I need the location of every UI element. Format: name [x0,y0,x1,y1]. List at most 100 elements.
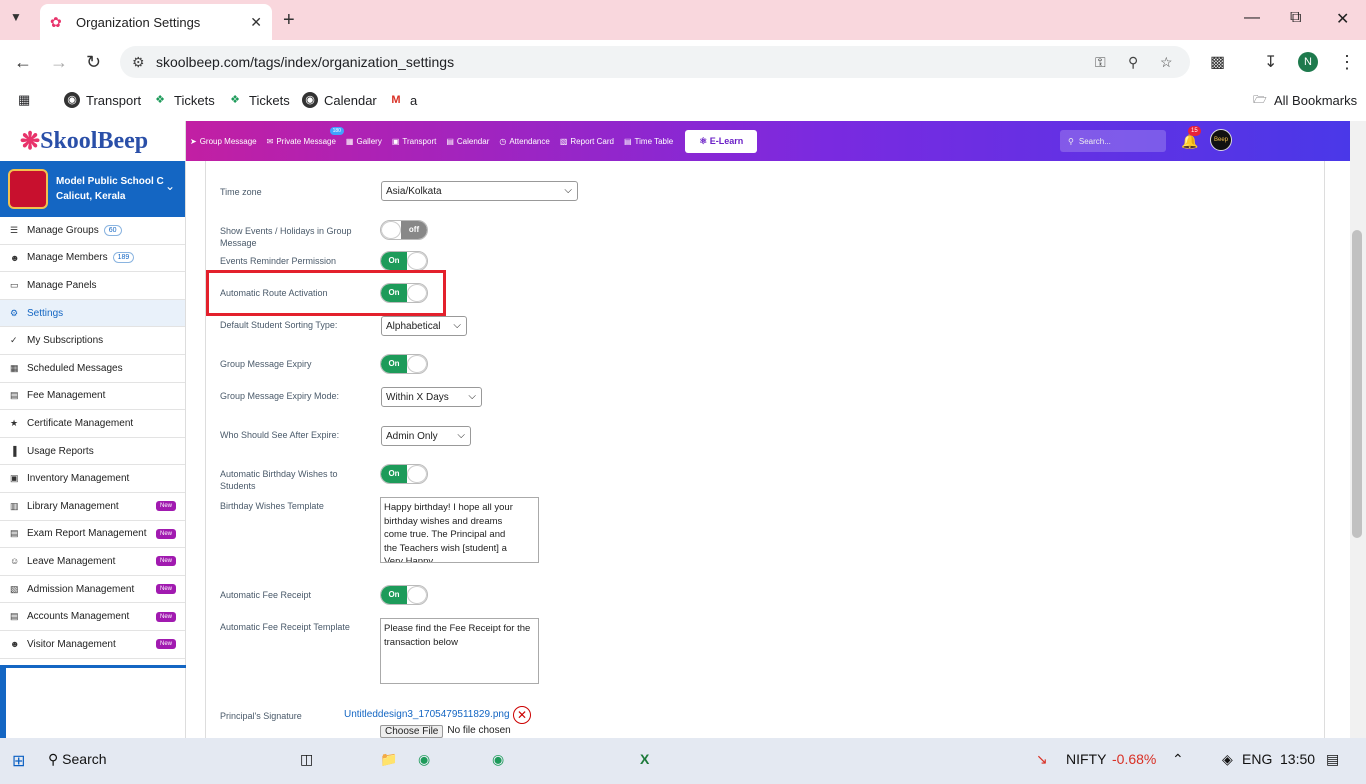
bookmark-transport[interactable]: ◉ Transport [64,92,141,108]
close-window-icon[interactable]: ✕ [1336,9,1349,29]
site-info-icon[interactable]: ⚙ [132,54,145,71]
choose-file-button[interactable]: Choose File [380,725,444,738]
tray-chevron-icon[interactable]: ⌃ [1172,751,1184,768]
scrollbar-thumb[interactable] [1352,230,1362,538]
taskbar-search-text: Search [62,751,107,767]
tab-search-icon[interactable]: ▼ [10,10,22,24]
folder-icon: 🗁 [1253,94,1267,106]
all-bookmarks[interactable]: 🗁 All Bookmarks [1252,92,1357,108]
nav-calendar[interactable]: ▤ Calendar [446,137,489,146]
sidebar-item-inventory-management[interactable]: ▣ Inventory Management [0,465,185,493]
top-search-input[interactable]: ⚲ Search... [1060,130,1166,152]
signature-file-link[interactable]: Untitleddesign3_1705479511829.png [344,709,510,720]
who-see-label: Who Should See After Expire: [220,430,340,440]
sorting-select[interactable]: Alphabetical ⌵ [381,316,467,336]
sidebar-item-my-subscriptions[interactable]: ✓ My Subscriptions [0,327,185,355]
reload-icon[interactable]: ↻ [86,52,101,73]
wifi-icon[interactable]: ◈ [1222,751,1233,768]
chevron-down-icon[interactable]: ⌄ [165,179,175,193]
nav-gallery[interactable]: ▦ Gallery [346,137,382,146]
sidebar-item-settings[interactable]: ⚙ Settings [0,299,185,328]
fee-receipt-toggle[interactable]: On [380,585,428,605]
bookmark-gmail[interactable]: Ma [388,92,417,108]
user-avatar[interactable]: Beep [1210,129,1232,151]
fee-template-textarea[interactable]: Please find the Fee Receipt for the tran… [380,618,539,684]
tickets-icon: ❖ [230,94,240,106]
notifications-icon[interactable]: ▤ [1326,751,1339,768]
school-selector[interactable]: Model Public School C Calicut, Kerala ⌄ [0,161,185,217]
sidebar-item-fee-management[interactable]: ▤ Fee Management [0,383,185,411]
remove-signature-icon[interactable]: ✕ [513,706,531,724]
birthday-template-textarea[interactable]: Happy birthday! I hope all your birthday… [380,497,539,563]
skoolbeep-logo[interactable]: ❋ SkoolBeep [0,121,185,161]
new-badge: New [155,584,176,595]
taskbar-search[interactable]: ⚲ Search [48,751,107,768]
bookmark-tickets-2[interactable]: ❖ Tickets [227,92,290,108]
profile-avatar[interactable]: N [1298,52,1318,72]
sidebar-divider [0,665,186,668]
bookmark-star-icon[interactable]: ☆ [1160,54,1173,71]
extensions-icon[interactable]: ▩ [1210,52,1225,72]
task-view-icon[interactable]: ◫ [300,751,313,768]
auto-route-toggle[interactable]: On [380,283,428,303]
apps-grid-icon[interactable]: ▦ [18,92,30,108]
url-bar[interactable]: ⚙ skoolbeep.com/tags/index/organization_… [120,46,1190,78]
chevron-down-icon: ⌵ [564,185,572,196]
nav-report-card[interactable]: ▧ Report Card [560,137,614,146]
search-icon: ⚲ [1068,136,1074,146]
gm-expiry-mode-label: Group Message Expiry Mode: [220,391,340,401]
elearn-button[interactable]: ⚛ E-Learn [685,129,758,153]
sidebar-item-manage-panels[interactable]: ▭ Manage Panels [0,272,185,300]
sidebar-item-library-management[interactable]: ▥ Library Management New [0,493,185,521]
gm-expiry-mode-select[interactable]: Within X Days ⌵ [381,387,482,407]
file-explorer-icon[interactable]: 📁 [380,751,397,768]
who-see-select[interactable]: Admin Only ⌵ [381,426,471,446]
sidebar-item-scheduled-messages[interactable]: ▦ Scheduled Messages [0,355,185,383]
url-text: skoolbeep.com/tags/index/organization_se… [156,54,455,70]
clock[interactable]: 13:50 [1280,751,1315,767]
downloads-icon[interactable]: ↧ [1264,52,1277,72]
lang-indicator[interactable]: ENG [1242,751,1272,767]
sidebar-item-accounts-management[interactable]: ▤ Accounts Management New [0,603,185,631]
nav-group-message[interactable]: ➤ Group Message [190,137,257,146]
sidebar-item-manage-members[interactable]: ☻ Manage Members 189 [0,245,185,273]
excel-icon[interactable]: X [640,751,649,767]
sidebar-item-manage-groups[interactable]: ☰ Manage Groups 60 [0,217,185,245]
toggle-knob [407,252,427,270]
forward-icon[interactable]: → [50,52,68,73]
sidebar-item-label: My Subscriptions [27,335,104,347]
chrome-menu-icon[interactable]: ⋮ [1338,52,1356,73]
zoom-icon[interactable]: ⚲ [1128,54,1138,71]
close-tab-icon[interactable]: ✕ [250,14,262,31]
events-reminder-toggle[interactable]: On [380,251,428,271]
sidebar-item-certificate-management[interactable]: ★ Certificate Management [0,410,185,438]
nifty-change: -0.68% [1112,751,1157,767]
nav-private-message[interactable]: ✉ Private Message 180 [267,126,344,146]
minimize-icon[interactable]: — [1244,9,1260,27]
gm-expiry-toggle[interactable]: On [380,354,428,374]
windows-start-icon[interactable]: ⊞ [12,751,25,771]
sidebar-item-usage-reports[interactable]: ▐ Usage Reports [0,438,185,466]
show-events-toggle[interactable]: off [380,220,428,240]
signature-file-input[interactable]: Choose File No file chosen [380,725,511,738]
time-zone-select[interactable]: Asia/Kolkata ⌵ [381,181,578,201]
birthday-toggle[interactable]: On [380,464,428,484]
bookmark-calendar[interactable]: ◉ Calendar [302,92,377,108]
back-icon[interactable]: ← [14,52,32,73]
new-tab-icon[interactable]: + [283,9,295,32]
sidebar-item-exam-report-management[interactable]: ▤ Exam Report Management New [0,521,185,549]
sidebar-item-visitor-management[interactable]: ☻ Visitor Management New [0,631,185,659]
nav-transport[interactable]: ▣ Transport [392,137,437,146]
password-key-icon[interactable]: ⚿ [1095,54,1106,71]
sidebar-item-admission-management[interactable]: ▧ Admission Management New [0,576,185,604]
bookmark-tickets-1[interactable]: ❖ Tickets [152,92,215,108]
chrome-icon[interactable]: ◉ [418,751,430,768]
browser-tab[interactable]: ✿ Organization Settings ✕ [40,4,272,40]
restore-icon[interactable]: ⧉ [1290,9,1301,27]
nav-time-table[interactable]: ▤ Time Table [624,137,673,146]
toggle-on-text: On [381,586,407,604]
nav-attendance[interactable]: ◷ Attendance [499,137,549,146]
id-icon: ▧ [10,583,19,594]
sidebar-item-leave-management[interactable]: ☺ Leave Management New [0,548,185,576]
chrome-active-icon[interactable]: ◉ [492,751,504,768]
